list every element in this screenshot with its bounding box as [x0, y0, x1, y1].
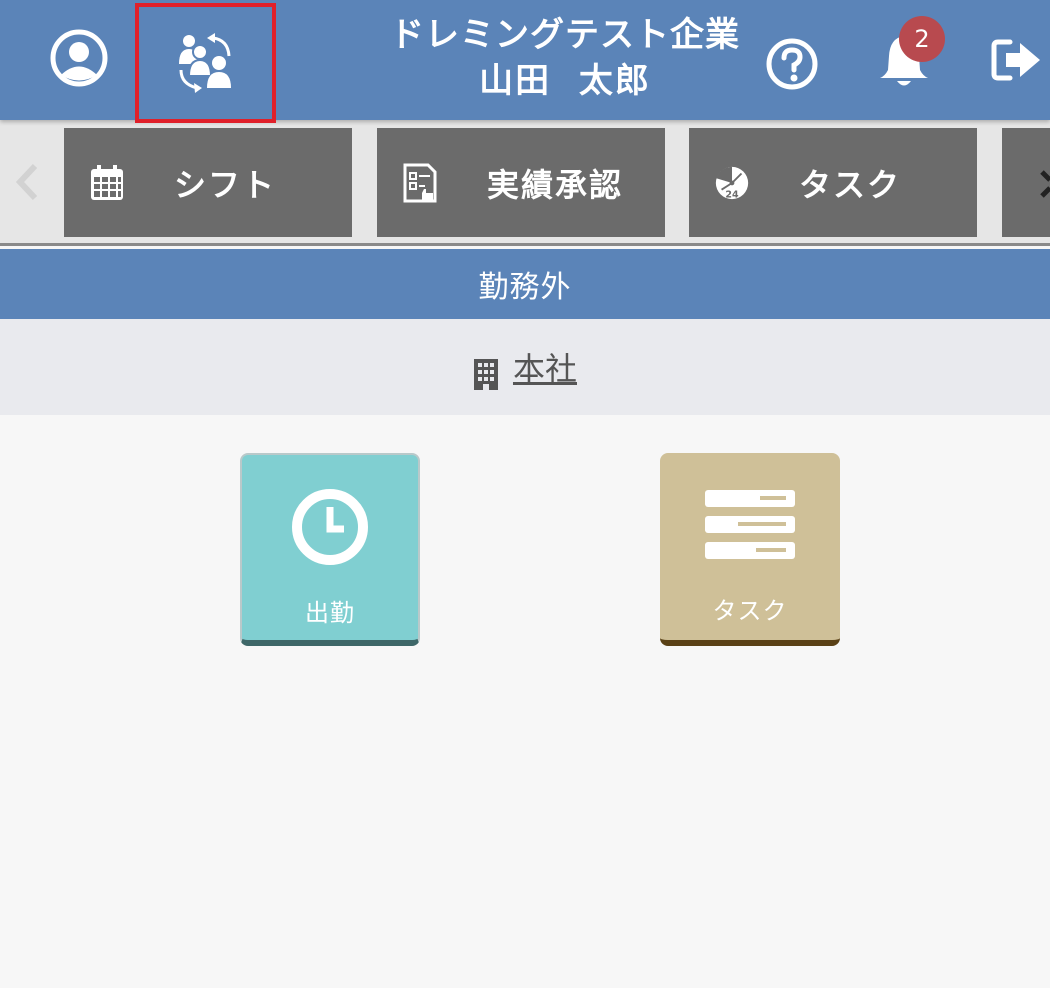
notification-count-badge: 2 [899, 16, 945, 62]
carousel-prev-button[interactable] [10, 160, 44, 204]
svg-text:24: 24 [725, 189, 739, 200]
menu-tile-shift[interactable]: シフト [64, 128, 352, 237]
work-status-label: 勤務外 [478, 270, 572, 305]
menu-tile-label: タスク [799, 165, 902, 204]
menu-tile-approval[interactable]: 実績承認 [377, 128, 665, 237]
switch-user-button[interactable] [135, 3, 276, 123]
logout-button[interactable] [988, 32, 1046, 88]
approval-sheet-icon [401, 162, 439, 204]
carousel-next-button[interactable] [1030, 164, 1050, 204]
menu-tile-task[interactable]: 24 タスク [689, 128, 977, 237]
question-circle-icon [766, 38, 818, 90]
office-bar: 本社 [0, 319, 1050, 415]
clock-in-button[interactable]: 出勤 [240, 453, 420, 646]
work-status-bar: 勤務外 [0, 249, 1050, 319]
company-user-block: ドレミングテスト企業 山田 太郎 [360, 12, 770, 104]
task-list-icon [704, 483, 796, 567]
calendar-icon [88, 162, 126, 204]
task-button[interactable]: タスク [660, 453, 840, 646]
switch-users-icon [178, 33, 231, 93]
menu-tile-label: シフト [174, 165, 277, 204]
building-icon [473, 358, 499, 390]
help-button[interactable] [762, 34, 822, 94]
company-name: ドレミングテスト企業 [390, 15, 740, 55]
chevron-left-icon [15, 163, 38, 201]
profile-button[interactable] [44, 26, 114, 90]
app-header: ドレミングテスト企業 山田 太郎 2 [0, 0, 1050, 123]
task-label: タスク [712, 597, 788, 625]
user-name: 山田 太郎 [479, 61, 651, 101]
clock-icon [290, 485, 370, 569]
sign-out-icon [991, 39, 1040, 81]
menu-tile-label: 実績承認 [487, 165, 624, 204]
user-circle-icon [50, 29, 108, 87]
clock-in-label: 出勤 [305, 599, 355, 627]
office-link[interactable]: 本社 [473, 344, 577, 390]
chevron-right-icon [1040, 170, 1050, 198]
office-name: 本社 [512, 350, 577, 388]
clock-24-icon: 24 [713, 162, 751, 204]
menu-carousel: シフト 実績承認 24 タスク [0, 120, 1050, 246]
